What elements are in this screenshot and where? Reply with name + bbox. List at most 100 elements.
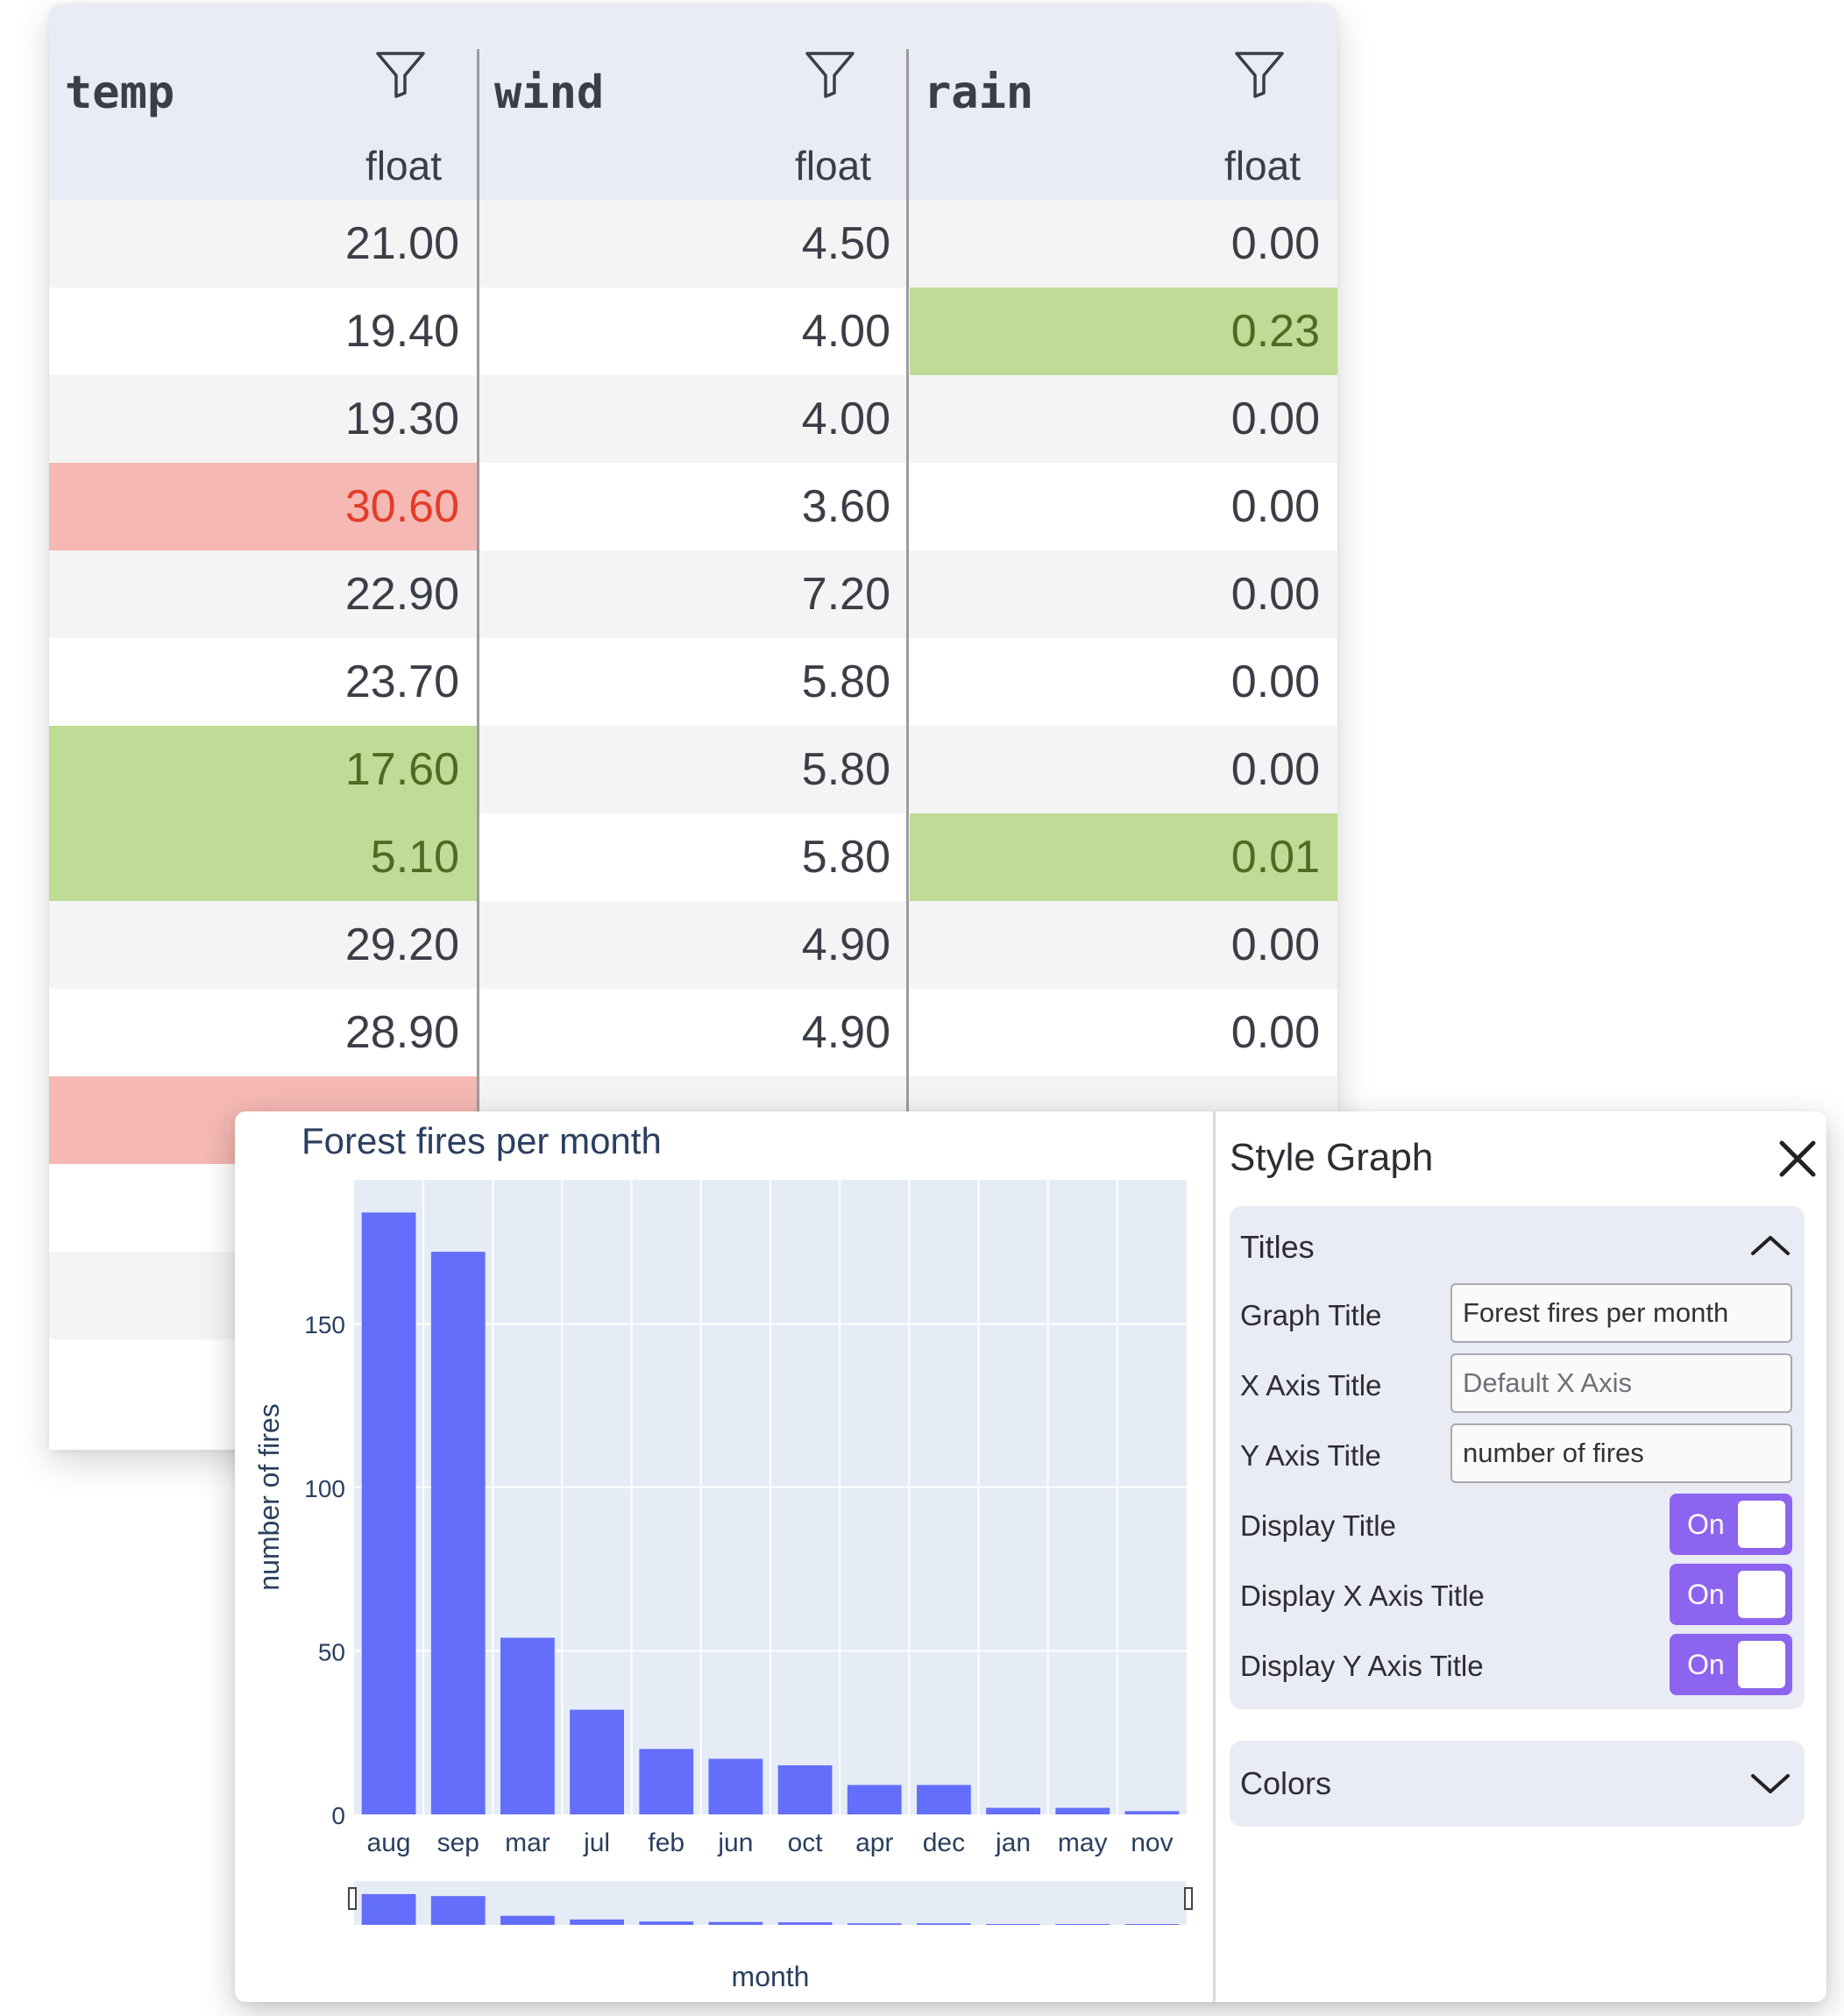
display-x-axis-title-label: Display X Axis Title xyxy=(1240,1579,1485,1612)
y-tick-label: 0 xyxy=(331,1802,345,1829)
cell-temp[interactable]: 28.90 xyxy=(49,989,479,1076)
cell-wind[interactable]: 5.80 xyxy=(480,813,910,901)
cell-temp[interactable]: 17.60 xyxy=(49,726,479,813)
cell-temp[interactable]: 23.70 xyxy=(49,638,479,726)
cell-rain[interactable]: 0.00 xyxy=(910,200,1337,287)
range-slider-bar xyxy=(639,1921,694,1925)
table-row: 21.00 4.50 0.00 xyxy=(49,200,1337,287)
range-slider-bar xyxy=(500,1915,555,1925)
column-header-rain[interactable]: rain float xyxy=(908,4,1337,200)
filter-icon[interactable] xyxy=(805,49,855,100)
table-row: 19.30 4.00 0.00 xyxy=(49,375,1337,463)
y-tick-label: 150 xyxy=(304,1311,345,1338)
range-slider-bar xyxy=(917,1923,971,1925)
toggle-knob xyxy=(1738,1641,1785,1688)
y-axis-title: number of fires xyxy=(253,1403,285,1590)
display-x-axis-title-toggle[interactable]: On xyxy=(1670,1564,1792,1625)
cell-rain[interactable]: 0.00 xyxy=(910,901,1337,989)
range-slider-bar xyxy=(570,1919,624,1925)
bar xyxy=(986,1807,1040,1814)
bar-chart: 050100150aug sep mar jul feb jun oct apr dec jan m… xyxy=(253,1180,1193,1992)
cell-wind[interactable]: 4.50 xyxy=(480,200,910,287)
x-axis-title-input[interactable] xyxy=(1450,1353,1792,1413)
style-graph-panel: Style Graph Titles Graph Title X Axis Ti… xyxy=(1216,1111,1826,2002)
x-tick-label: feb xyxy=(648,1828,684,1857)
range-slider-bar xyxy=(986,1924,1040,1925)
x-tick-label: jun xyxy=(717,1828,753,1857)
column-header-temp[interactable]: temp float xyxy=(49,4,479,200)
x-tick-label: mar xyxy=(505,1828,550,1857)
toggle-knob xyxy=(1738,1571,1785,1618)
filter-icon[interactable] xyxy=(375,49,426,100)
toggle-on-text: On xyxy=(1687,1579,1725,1610)
bar xyxy=(361,1212,416,1814)
cell-rain[interactable]: 0.00 xyxy=(910,375,1337,463)
cell-rain[interactable]: 0.00 xyxy=(910,726,1337,813)
toggle-knob xyxy=(1738,1501,1785,1548)
range-slider-bar xyxy=(847,1923,902,1925)
close-icon[interactable] xyxy=(1777,1138,1819,1180)
y-tick-label: 50 xyxy=(318,1638,345,1665)
bar xyxy=(917,1785,971,1814)
range-slider-bar xyxy=(430,1896,486,1925)
range-slider-bar xyxy=(1055,1924,1110,1925)
x-tick-label: jan xyxy=(995,1828,1031,1857)
display-y-axis-title-toggle[interactable]: On xyxy=(1670,1634,1792,1695)
display-title-label: Display Title xyxy=(1240,1509,1396,1542)
graph-title-input[interactable] xyxy=(1450,1283,1792,1343)
x-tick-label: apr xyxy=(855,1828,893,1857)
x-tick-label: dec xyxy=(923,1828,965,1857)
cell-rain[interactable]: 0.00 xyxy=(910,463,1337,550)
column-header-wind[interactable]: wind float xyxy=(479,4,908,200)
cell-rain[interactable]: 0.23 xyxy=(910,287,1337,375)
filter-icon[interactable] xyxy=(1234,49,1285,100)
column-type: float xyxy=(365,143,442,188)
cell-wind[interactable]: 3.60 xyxy=(480,463,910,550)
x-tick-label: aug xyxy=(367,1828,411,1857)
cell-temp[interactable]: 5.10 xyxy=(49,813,479,901)
colors-section[interactable]: Colors xyxy=(1230,1741,1805,1827)
table-row: 17.60 5.80 0.00 xyxy=(49,726,1337,813)
display-y-axis-title-label: Display Y Axis Title xyxy=(1240,1650,1484,1682)
table-row: 30.60 3.60 0.00 xyxy=(49,463,1337,550)
bar xyxy=(500,1637,555,1814)
range-handle-right[interactable] xyxy=(1184,1887,1193,1910)
bar xyxy=(777,1765,833,1814)
cell-rain[interactable]: 0.00 xyxy=(910,989,1337,1076)
cell-wind[interactable]: 5.80 xyxy=(480,726,910,813)
bar xyxy=(1055,1807,1110,1814)
cell-wind[interactable]: 5.80 xyxy=(480,638,910,726)
cell-temp[interactable]: 21.00 xyxy=(49,200,479,287)
chevron-up-icon[interactable] xyxy=(1748,1231,1792,1260)
cell-rain[interactable]: 0.00 xyxy=(910,638,1337,726)
table-row: 22.90 7.20 0.00 xyxy=(49,550,1337,638)
x-tick-label: sep xyxy=(437,1828,479,1857)
cell-wind[interactable]: 4.00 xyxy=(480,287,910,375)
bar xyxy=(639,1749,694,1814)
y-tick-label: 100 xyxy=(304,1475,345,1502)
cell-temp[interactable]: 29.20 xyxy=(49,901,479,989)
cell-rain[interactable]: 0.00 xyxy=(910,550,1337,638)
y-axis-title-input[interactable] xyxy=(1450,1423,1792,1483)
colors-section-label: Colors xyxy=(1240,1765,1332,1801)
cell-temp[interactable]: 19.30 xyxy=(49,375,479,463)
table-row: 23.70 5.80 0.00 xyxy=(49,638,1337,726)
cell-temp[interactable]: 22.90 xyxy=(49,550,479,638)
cell-rain[interactable]: 0.01 xyxy=(910,813,1337,901)
chart-title: Forest fires per month xyxy=(301,1120,662,1161)
display-title-toggle[interactable]: On xyxy=(1670,1494,1792,1555)
cell-wind[interactable]: 4.00 xyxy=(480,375,910,463)
cell-wind[interactable]: 4.90 xyxy=(480,901,910,989)
column-name: wind xyxy=(494,67,605,119)
x-axis-title-label: X Axis Title xyxy=(1240,1369,1382,1402)
cell-temp[interactable]: 19.40 xyxy=(49,287,479,375)
x-axis-title: month xyxy=(732,1961,810,1992)
x-tick-label: nov xyxy=(1131,1828,1173,1857)
chevron-down-icon[interactable] xyxy=(1748,1769,1792,1799)
range-handle-left[interactable] xyxy=(348,1887,357,1910)
cell-wind[interactable]: 7.20 xyxy=(480,550,910,638)
cell-temp[interactable]: 30.60 xyxy=(49,463,479,550)
range-slider-bar xyxy=(1124,1924,1180,1925)
cell-wind[interactable]: 4.90 xyxy=(480,989,910,1076)
x-tick-label: may xyxy=(1058,1828,1108,1857)
